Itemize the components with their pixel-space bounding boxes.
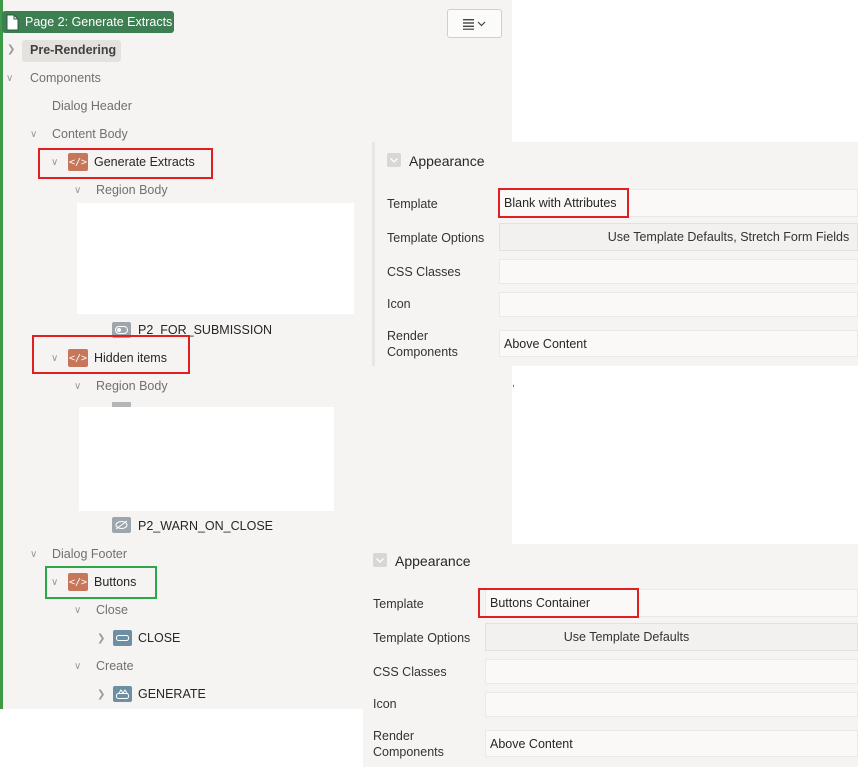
chevron-down-icon[interactable]: ∨ [74,186,81,196]
chevron-down-icon[interactable]: ∨ [51,158,58,168]
template-options-button[interactable]: Use Template Defaults, Stretch Form Fiel… [499,223,858,251]
page-node-label: Page 2: Generate Extracts [25,15,173,29]
template-options-label: Template Options [387,231,485,245]
collapse-icon[interactable] [373,553,387,567]
dialog-header-label[interactable]: Dialog Header [52,99,132,113]
chevron-down-icon[interactable]: ∨ [6,74,13,84]
render-components-label-line2: Components [387,345,458,359]
css-classes-label: CSS Classes [373,665,447,679]
button-icon [113,630,132,646]
collapse-icon[interactable] [387,153,401,167]
template-label: Template [373,597,424,611]
region-icon: </> [68,349,88,367]
page-icon [6,14,19,30]
redacted-area [79,407,334,511]
template-options-value: Use Template Defaults [563,630,690,644]
stray-mark: , [512,378,515,389]
css-classes-label: CSS Classes [387,265,461,279]
render-components-select[interactable]: Above Content [499,330,858,357]
dialog-footer-label[interactable]: Dialog Footer [52,547,127,561]
pre-rendering-label: Pre-Rendering [30,43,117,57]
icon-input[interactable] [499,292,858,317]
section-title: Appearance [409,153,485,169]
chevron-down-icon[interactable]: ∨ [74,606,81,616]
highlight-template [478,588,639,618]
render-components-label-line1: Render [373,729,414,743]
generate-extracts-node[interactable]: Generate Extracts [94,155,195,169]
hidden-item-icon [112,517,131,533]
template-options-label: Template Options [373,631,471,645]
region-body-label[interactable]: Region Body [96,379,168,393]
create-group-label[interactable]: Create [96,659,134,673]
hamburger-menu-icon [462,18,485,30]
template-options-value: Use Template Defaults, Stretch Form Fiel… [607,230,850,244]
page-node[interactable]: Page 2: Generate Extracts [2,11,174,33]
components-label[interactable]: Components [30,71,101,85]
region-icon: </> [68,153,88,171]
render-components-label-line2: Components [373,745,444,759]
chevron-down-icon[interactable]: ∨ [74,382,81,392]
render-components-label-line1: Render [387,329,428,343]
chevron-down-icon[interactable]: ∨ [51,578,58,588]
render-components-value: Above Content [504,336,587,351]
chevron-down-icon[interactable]: ∨ [30,550,37,560]
template-label: Template [387,197,438,211]
render-components-value: Above Content [490,736,573,751]
template-options-button[interactable]: Use Template Defaults [485,623,858,651]
icon-input[interactable] [485,692,858,717]
p2-warn-on-close-node[interactable]: P2_WARN_ON_CLOSE [138,519,273,533]
close-button-node[interactable]: CLOSE [138,631,180,645]
chevron-right-icon[interactable]: ❯ [7,45,15,55]
generate-button-node[interactable]: GENERATE [138,687,206,701]
tree-menu-button[interactable] [447,9,502,38]
icon-label: Icon [373,697,397,711]
region-icon: </> [68,573,88,591]
section-title: Appearance [395,553,471,569]
chevron-down-icon[interactable]: ∨ [74,662,81,672]
highlight-template [498,188,629,218]
css-classes-input[interactable] [485,659,858,684]
content-body-label[interactable]: Content Body [52,127,128,141]
chevron-down-icon[interactable]: ∨ [51,354,58,364]
buttons-node[interactable]: Buttons [94,575,136,589]
button-icon [113,686,132,702]
selection-strip [0,0,3,709]
close-group-label[interactable]: Close [96,603,128,617]
chevron-right-icon[interactable]: ❯ [97,690,105,700]
icon-label: Icon [387,297,411,311]
chevron-right-icon[interactable]: ❯ [97,634,105,644]
hidden-items-node[interactable]: Hidden items [94,351,167,365]
region-body-label[interactable]: Region Body [96,183,168,197]
chevron-down-icon[interactable]: ∨ [30,130,37,140]
render-components-select[interactable]: Above Content [485,730,858,757]
redacted-area [77,203,354,314]
panel-divider [372,142,375,366]
css-classes-input[interactable] [499,259,858,284]
